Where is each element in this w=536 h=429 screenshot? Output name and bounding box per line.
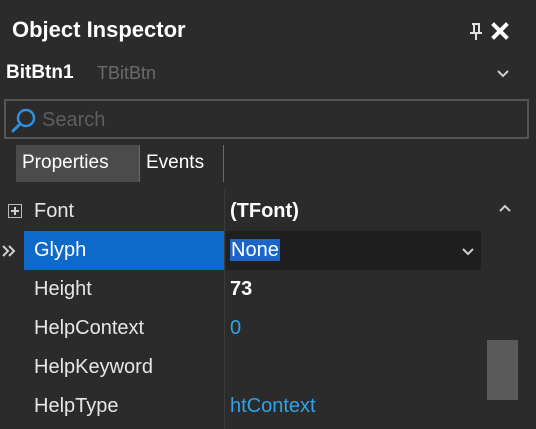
title-bar: Object Inspector: [0, 0, 536, 55]
property-value[interactable]: htContext: [230, 387, 316, 426]
property-row-font[interactable]: Font (TFont): [0, 192, 480, 231]
double-chevron-right-icon: [2, 245, 16, 257]
property-name: HelpContext: [34, 317, 145, 339]
property-name: Height: [34, 278, 92, 300]
pin-icon[interactable]: [468, 21, 484, 41]
selected-value-text[interactable]: None: [230, 239, 280, 261]
component-type: TBitBtn: [97, 63, 157, 83]
property-name: HelpKeyword: [34, 356, 153, 378]
property-name: HelpType: [34, 395, 119, 417]
chevron-down-icon[interactable]: [459, 242, 477, 260]
search-icon: [11, 108, 36, 133]
property-grid: Font (TFont) Glyph None Height 73 HelpCo…: [0, 190, 536, 429]
tab-bar: Properties Events: [16, 145, 536, 182]
panel-title: Object Inspector: [12, 17, 186, 42]
search-input[interactable]: [40, 103, 524, 137]
chevron-down-icon[interactable]: [494, 64, 512, 82]
property-name: Glyph: [34, 239, 87, 261]
property-value[interactable]: 73: [230, 270, 252, 309]
tab-properties[interactable]: Properties: [16, 145, 140, 182]
component-selector[interactable]: BitBtn1 TBitBtn: [0, 55, 536, 93]
search-box[interactable]: [4, 99, 529, 139]
expand-plus-icon[interactable]: [8, 204, 22, 218]
property-value[interactable]: 0: [230, 309, 241, 348]
property-row-helptype[interactable]: HelpType htContext: [0, 387, 480, 426]
chevron-up-icon[interactable]: [496, 200, 514, 218]
property-row-helpcontext[interactable]: HelpContext 0: [0, 309, 480, 348]
scrollbar-thumb[interactable]: [487, 340, 518, 400]
property-row-helpkeyword[interactable]: HelpKeyword: [0, 348, 480, 387]
property-name: Font: [34, 200, 75, 222]
property-value[interactable]: None: [230, 231, 280, 270]
close-icon[interactable]: [490, 21, 510, 41]
property-row-glyph[interactable]: Glyph None: [0, 231, 480, 270]
property-row-height[interactable]: Height 73: [0, 270, 480, 309]
object-inspector-panel: Object Inspector BitBtn1 TBitBtn Propert…: [0, 0, 536, 429]
property-value[interactable]: (TFont): [230, 192, 299, 231]
tab-events[interactable]: Events: [140, 145, 224, 182]
component-name: BitBtn1: [6, 62, 74, 83]
